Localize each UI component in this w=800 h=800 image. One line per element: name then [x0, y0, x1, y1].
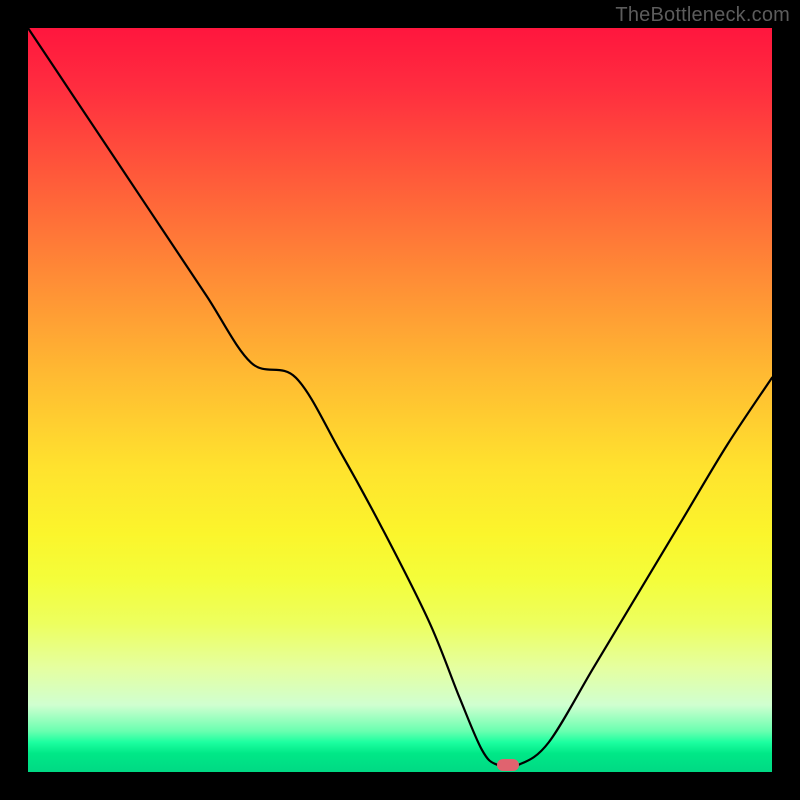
- watermark-text: TheBottleneck.com: [615, 4, 790, 27]
- curve-svg: [28, 28, 772, 772]
- bottleneck-curve: [28, 28, 772, 767]
- chart-container: TheBottleneck.com: [0, 0, 800, 800]
- optimum-marker: [497, 759, 519, 771]
